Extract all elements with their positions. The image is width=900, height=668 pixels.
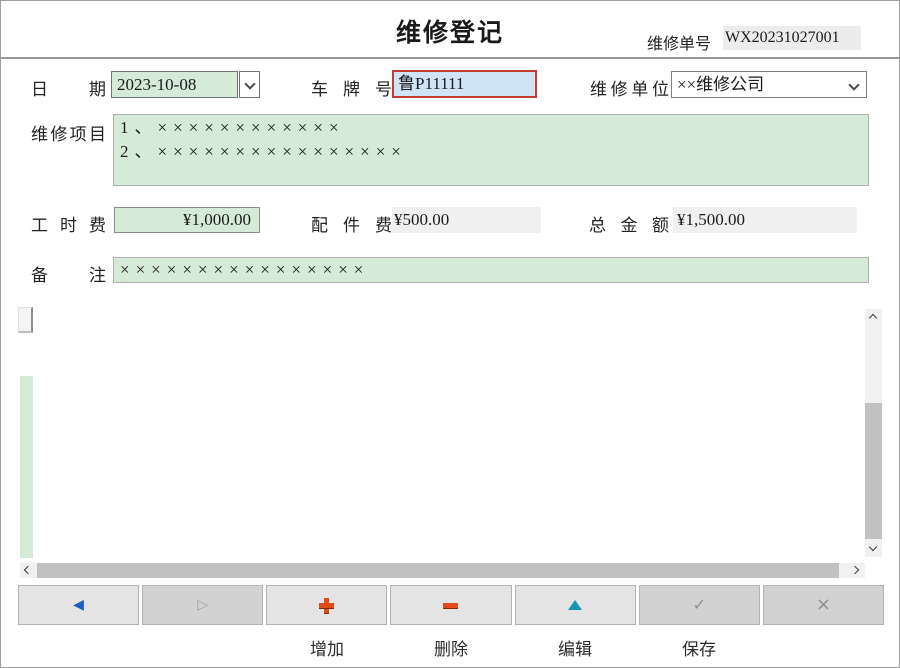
chevron-up-icon	[869, 314, 877, 322]
horizontal-scroll-thumb[interactable]	[37, 563, 839, 578]
horizontal-scrollbar[interactable]	[20, 563, 865, 578]
order-number-label: 维修单号	[647, 30, 711, 54]
left-triangle-icon: ◀	[73, 598, 84, 612]
cancel-record-button[interactable]: ×	[763, 585, 884, 625]
plate-label: 车牌号	[311, 75, 392, 100]
save-caption: 保存	[637, 635, 761, 660]
total-amount-label: 总金额	[589, 211, 669, 236]
scroll-left-button[interactable]	[20, 563, 36, 578]
add-record-button[interactable]	[266, 585, 387, 625]
repair-unit-select[interactable]: ××维修公司	[671, 71, 867, 98]
chevron-down-icon	[869, 543, 877, 551]
chevron-down-icon	[848, 79, 859, 90]
scroll-down-button[interactable]	[865, 541, 882, 557]
cross-icon: ×	[816, 596, 831, 614]
delete-record-button[interactable]	[390, 585, 511, 625]
right-triangle-icon: ▷	[197, 598, 208, 612]
add-caption: 增加	[265, 635, 389, 660]
grid-indicator-column	[20, 376, 33, 558]
repair-unit-label: 维修单位	[590, 75, 669, 100]
next-record-button[interactable]: ▷	[142, 585, 263, 625]
vertical-scroll-thumb[interactable]	[865, 403, 882, 539]
chevron-down-icon	[244, 78, 255, 89]
date-dropdown-button[interactable]	[239, 71, 260, 98]
repair-registration-window: 维修登记 维修单号 WX20231027001 日期 2023-10-08 车牌…	[0, 0, 900, 668]
delete-caption: 删除	[389, 635, 513, 660]
date-label: 日期	[31, 75, 106, 100]
edit-record-button[interactable]	[515, 585, 636, 625]
repair-items-textarea[interactable]: 1、×××××××××××× 2、××××××××××××××××	[113, 114, 869, 186]
chevron-left-icon	[24, 566, 32, 574]
check-icon: ✓	[693, 597, 706, 613]
date-input[interactable]: 2023-10-08	[111, 71, 238, 98]
record-navigator: ◀ ▷ ✓ ×	[18, 585, 884, 625]
save-record-button[interactable]: ✓	[639, 585, 760, 625]
header-divider	[1, 57, 900, 59]
total-amount-value: ¥1,500.00	[673, 207, 857, 233]
plate-input[interactable]: 鲁P11111	[392, 70, 537, 98]
grid-corner-cell	[18, 307, 33, 333]
remark-label: 备注	[31, 261, 106, 286]
edit-caption: 编辑	[513, 635, 637, 660]
plus-icon	[319, 598, 334, 613]
prev-record-button[interactable]: ◀	[18, 585, 139, 625]
scroll-up-button[interactable]	[865, 309, 882, 325]
repair-unit-value: ××维修公司	[677, 75, 764, 94]
repair-items-label: 维修项目	[31, 120, 106, 145]
chevron-right-icon	[851, 566, 859, 574]
labor-fee-label: 工时费	[31, 211, 106, 236]
labor-fee-input[interactable]: ¥1,000.00	[114, 207, 260, 233]
scroll-right-button[interactable]	[849, 563, 865, 578]
minus-icon	[443, 603, 458, 608]
up-triangle-icon	[568, 600, 582, 610]
parts-fee-value: ¥500.00	[392, 207, 541, 233]
vertical-scrollbar[interactable]	[865, 309, 882, 557]
remark-input[interactable]: ××××××××××××××××	[113, 257, 869, 283]
order-number-value: WX20231027001	[723, 26, 861, 50]
parts-fee-label: 配件费	[311, 211, 392, 236]
